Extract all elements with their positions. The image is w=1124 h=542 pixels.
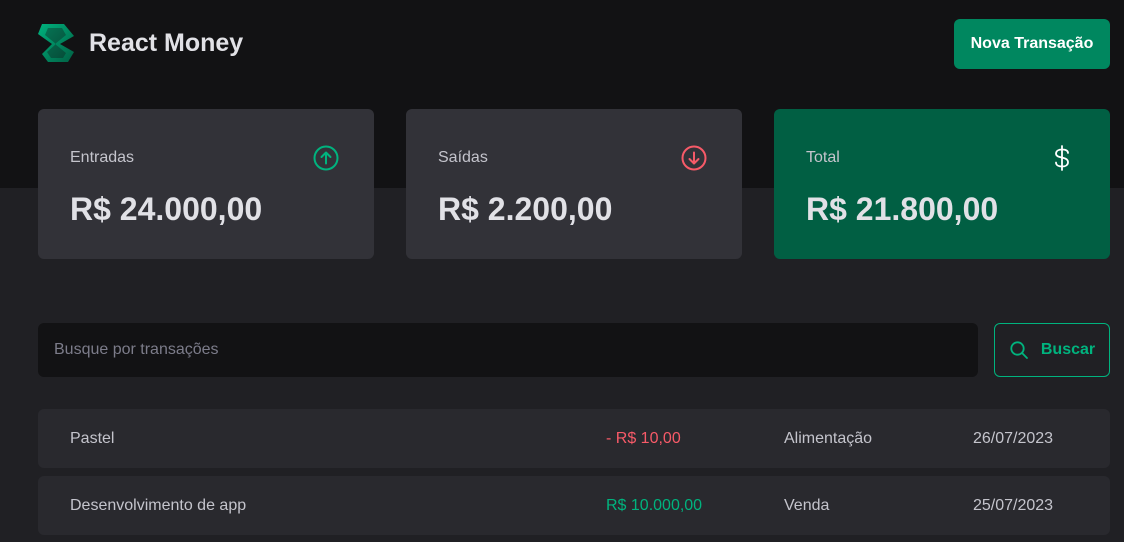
react-money-logo-icon [38, 24, 74, 62]
search-button-label: Buscar [1040, 341, 1096, 358]
outcome-label: Saídas [438, 149, 488, 166]
transaction-date: 26/07/2023 [973, 429, 1054, 447]
currency-dollar-icon [1055, 145, 1069, 171]
new-transaction-button[interactable]: Nova Transação [954, 19, 1110, 69]
transaction-category: Alimentação [784, 429, 873, 447]
transaction-date: 25/07/2023 [973, 496, 1054, 514]
outcome-value: R$ 2.200,00 [438, 191, 613, 227]
search-button[interactable]: Buscar [994, 323, 1110, 377]
total-summary-card: Total R$ 21.800,00 [774, 109, 1110, 259]
search-input[interactable] [38, 323, 978, 377]
transaction-row: Pastel - R$ 10,00 Alimentação 26/07/2023 [38, 409, 1110, 468]
arrow-circle-up-icon [313, 145, 339, 171]
income-label: Entradas [70, 149, 135, 166]
arrow-circle-down-icon [681, 145, 707, 171]
transaction-category: Venda [784, 496, 830, 514]
outcome-summary-card: Saídas R$ 2.200,00 [406, 109, 742, 259]
income-summary-card: Entradas R$ 24.000,00 [38, 109, 374, 259]
transaction-description: Desenvolvimento de app [70, 496, 247, 514]
transaction-row: Desenvolvimento de app R$ 10.000,00 Vend… [38, 476, 1110, 535]
magnifying-glass-icon [1010, 341, 1028, 359]
app-name: React Money [89, 28, 244, 57]
total-label: Total [806, 149, 840, 166]
total-value: R$ 21.800,00 [806, 191, 999, 227]
transaction-description: Pastel [70, 429, 115, 447]
app-logo: React Money [38, 22, 243, 64]
income-value: R$ 24.000,00 [70, 191, 263, 227]
transaction-price: - R$ 10,00 [606, 429, 681, 447]
transaction-price: R$ 10.000,00 [606, 496, 703, 514]
